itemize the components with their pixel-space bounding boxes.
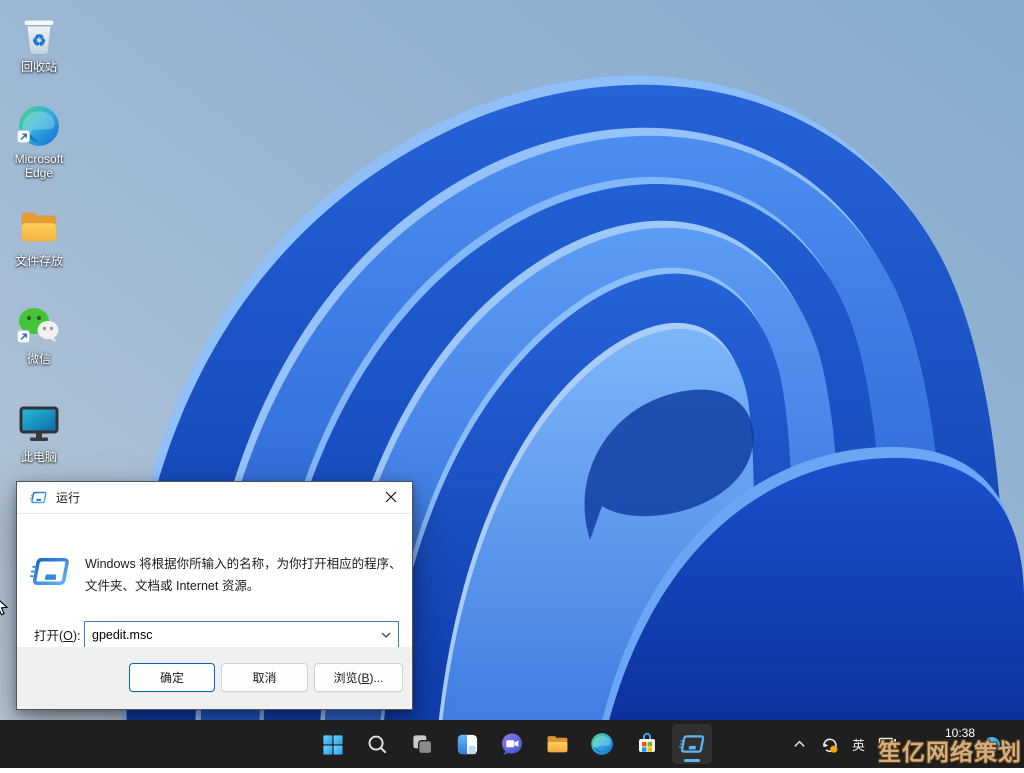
mouse-cursor [0,600,9,616]
close-button[interactable] [370,482,412,512]
run-icon [30,557,69,586]
run-app-icon [679,735,705,753]
shortcut-arrow-icon [17,130,30,148]
chevron-down-icon[interactable] [381,632,391,638]
taskbar: 英 10:38 笙亿网络策划 [0,720,1024,768]
widgets-icon [457,734,477,754]
cancel-button[interactable]: 取消 [221,663,308,692]
active-app-indicator [684,759,700,762]
desktop-icon-recycle-bin[interactable]: ♻ 回收站 [0,10,78,74]
this-pc-icon [15,400,63,448]
open-row: 打开(O): [34,621,399,648]
run-app-taskbar-button[interactable] [672,724,712,764]
desktop-icon-label: 此电脑 [20,450,57,464]
ok-button[interactable]: 确定 [129,663,215,692]
edge-icon [591,733,613,755]
store-icon [639,732,655,752]
store-button[interactable] [627,724,667,764]
widgets-button[interactable] [447,724,487,764]
description-line-1: Windows 将根据你所输入的名称，为你打开相应的程序、 [85,557,402,571]
start-icon [322,734,343,755]
file-explorer-button[interactable] [537,724,577,764]
desktop-icon-folder[interactable]: 文件存放 [0,204,78,268]
recycle-bin-icon: ♻ [15,10,63,58]
start-button[interactable] [312,724,352,764]
open-combobox[interactable] [84,621,399,648]
watermark-text: 笙亿网络策划 [878,739,1022,765]
desktop-icon-edge[interactable]: Microsoft Edge [0,102,78,181]
desktop-icon-label: 微信 [26,352,51,366]
wechat-icon [15,302,63,350]
browse-button[interactable]: 浏览(B)... [314,663,403,692]
task-view-icon [412,734,432,754]
folder-icon [15,204,63,252]
run-dialog-footer: 确定 取消 浏览(B)... [17,647,412,709]
shortcut-arrow-icon [17,330,30,348]
search-button[interactable] [357,724,397,764]
desktop-icon-label: 文件存放 [14,254,63,268]
taskbar-center [312,720,712,768]
sync-update-icon[interactable] [820,735,839,754]
ime-language-indicator[interactable]: 英 [852,735,865,754]
run-dialog-description: Windows 将根据你所输入的名称，为你打开相应的程序、 文件夹、文档或 In… [85,554,402,597]
desktop-icon-label: Microsoft Edge [14,152,64,181]
edge-taskbar-button[interactable] [582,724,622,764]
chat-button[interactable] [492,724,532,764]
open-label: 打开(O): [34,629,81,643]
run-dialog-icon [30,491,47,504]
run-dialog-body: Windows 将根据你所输入的名称，为你打开相应的程序、 文件夹、文档或 In… [17,514,412,648]
tray-chevron-up-icon[interactable] [792,738,807,750]
desktop-icon-wechat[interactable]: 微信 [0,302,78,366]
desktop-icon-this-pc[interactable]: 此电脑 [0,400,78,464]
desktop-icon-label: 回收站 [20,60,57,74]
edge-icon [15,102,63,150]
run-dialog-titlebar[interactable]: 运行 [17,482,412,514]
file-explorer-icon [547,735,567,752]
task-view-button[interactable] [402,724,442,764]
run-dialog-title: 运行 [56,491,81,505]
close-icon [385,491,397,503]
description-line-2: 文件夹、文档或 Internet 资源。 [85,578,260,593]
open-input[interactable] [85,622,398,647]
search-icon [368,735,386,753]
chat-icon [502,733,522,755]
svg-text:♻: ♻ [32,33,46,50]
run-dialog: 运行 Windows 将根据你所输入的名称，为你打开相应的程序、 文件夹、文档或… [16,481,413,710]
